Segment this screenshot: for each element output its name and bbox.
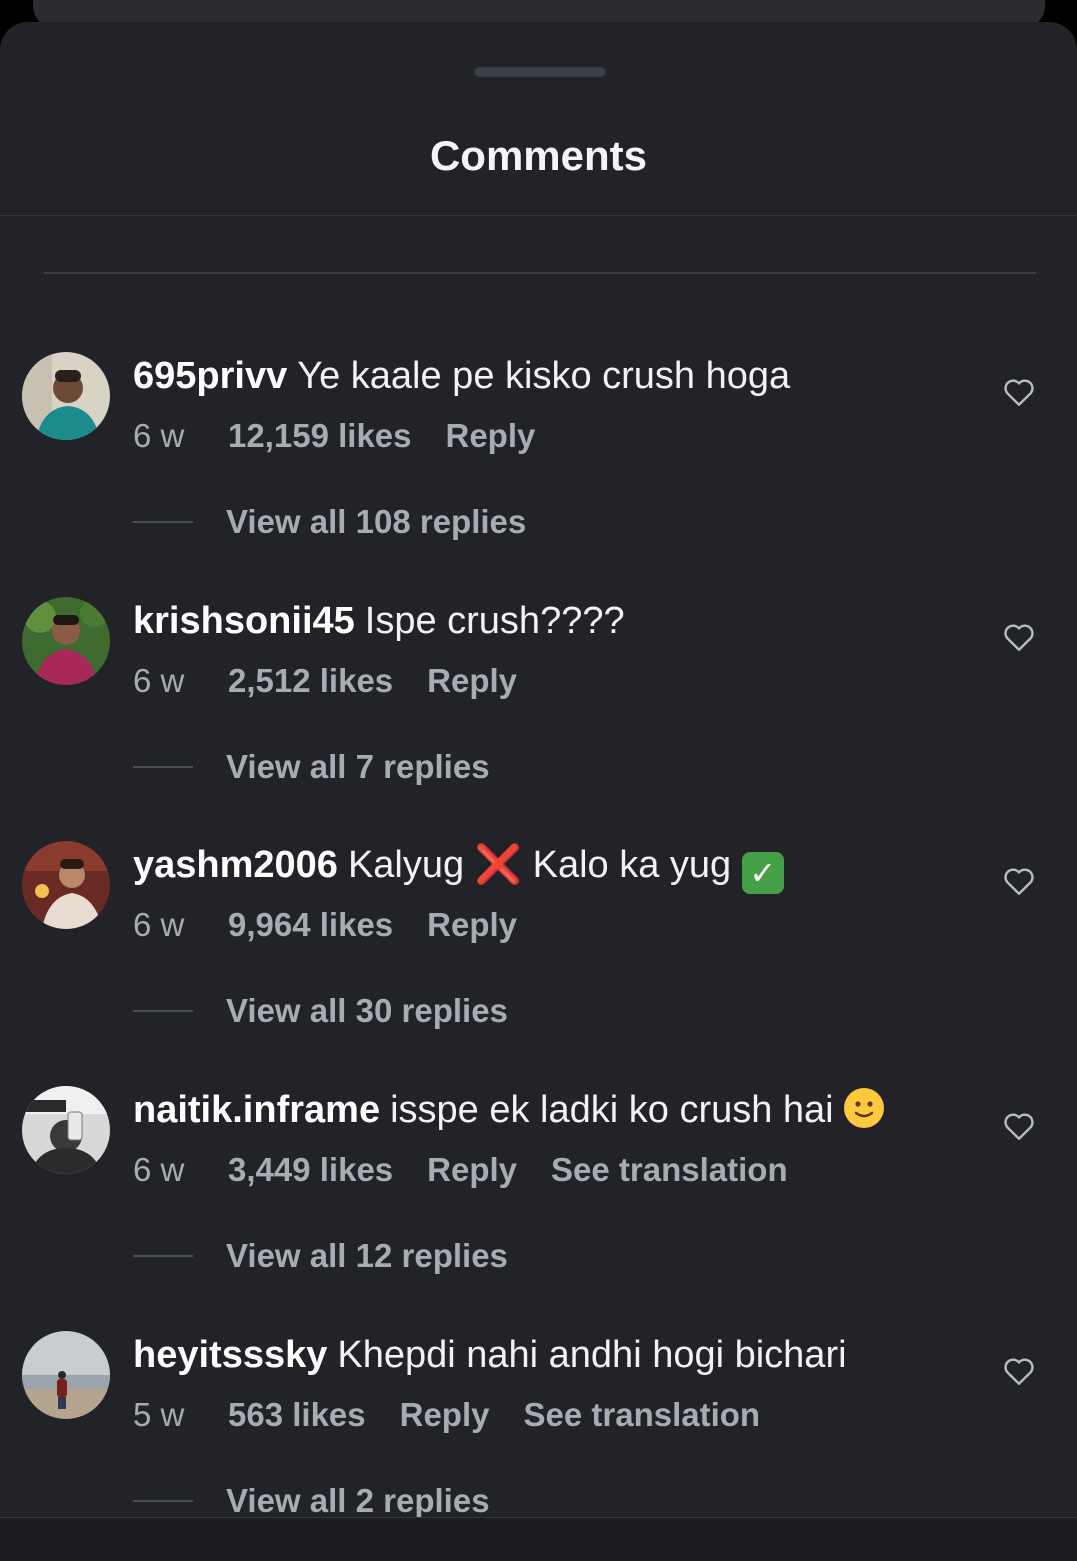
replies-line [133, 766, 193, 768]
comment-meta: 5 w 563 likes Reply See translation [133, 1393, 794, 1437]
reply-button[interactable]: Reply [427, 1151, 517, 1189]
view-replies-button[interactable]: View all 30 replies [133, 989, 508, 1033]
view-replies-label: View all 30 replies [226, 992, 508, 1029]
comment-meta: 6 w 9,964 likes Reply [133, 903, 551, 947]
see-translation-button[interactable]: See translation [524, 1396, 761, 1434]
divider [44, 272, 1036, 274]
comment-text: heyitsssky Khepdi nahi andhi hogi bichari [133, 1331, 973, 1379]
comment-text: naitik.inframe isspe ek ladki ko crush ha… [133, 1086, 973, 1134]
heart-outline-icon[interactable] [1001, 619, 1037, 655]
likes-count[interactable]: 9,964 likes [228, 906, 393, 944]
comment-username[interactable]: heyitsssky [133, 1334, 327, 1376]
replies-line [133, 1255, 193, 1257]
view-replies-button[interactable]: View all 12 replies [133, 1234, 508, 1278]
comment-body: isspe ek ladki ko crush hai [390, 1089, 834, 1131]
comment-body: Ispe crush???? [364, 600, 625, 642]
comment-username[interactable]: naitik.inframe [133, 1089, 380, 1131]
drag-handle[interactable] [474, 67, 606, 77]
comment-item: krishsonii45 Ispe crush???? 6 w 2,512 lik… [0, 597, 1077, 842]
comment-text: yashm2006 Kalyug ❌ Kalo ka yug ✓ [133, 841, 973, 894]
comment-time: 6 w [133, 417, 185, 454]
cross-mark-emoji: ❌ [474, 844, 523, 886]
view-replies-button[interactable]: View all 7 replies [133, 745, 490, 789]
see-translation-button[interactable]: See translation [551, 1151, 788, 1189]
comment-time: 5 w [133, 1396, 185, 1433]
comment-body: Ye kaale pe kisko crush hoga [297, 355, 791, 397]
reply-button[interactable]: Reply [427, 662, 517, 700]
comment-username[interactable]: 695privv [133, 355, 287, 397]
likes-count[interactable]: 563 likes [228, 1396, 366, 1434]
likes-count[interactable]: 12,159 likes [228, 417, 412, 455]
avatar[interactable] [22, 1086, 110, 1174]
slightly-smiling-face-icon [844, 1088, 885, 1128]
comment-item: 695privv Ye kaale pe kisko crush hoga 6 w… [0, 352, 1077, 597]
view-replies-label: View all 108 replies [226, 503, 527, 540]
reply-button[interactable]: Reply [400, 1396, 490, 1434]
avatar[interactable] [22, 352, 110, 440]
likes-count[interactable]: 3,449 likes [228, 1151, 393, 1189]
replies-line [133, 1500, 193, 1502]
reply-button[interactable]: Reply [427, 906, 517, 944]
sheet-title: Comments [429, 132, 648, 179]
view-replies-label: View all 12 replies [226, 1237, 508, 1274]
comment-username[interactable]: krishsonii45 [133, 600, 355, 642]
comments-sheet: Comments 695privv Ye kaale pe kisko crush… [0, 22, 1077, 1517]
heart-outline-icon[interactable] [1001, 1353, 1037, 1389]
comment-meta: 6 w 2,512 likes Reply [133, 659, 551, 703]
comment-body-continued: Kalo ka yug [532, 844, 732, 886]
heart-outline-icon[interactable] [1001, 1108, 1037, 1144]
comment-username[interactable]: yashm2006 [133, 844, 338, 886]
divider [0, 215, 1077, 216]
view-replies-label: View all 7 replies [226, 748, 490, 785]
comment-meta: 6 w 12,159 likes Reply [133, 414, 569, 458]
comment-time: 6 w [133, 1151, 185, 1188]
reply-button[interactable]: Reply [446, 417, 536, 455]
comment-time: 6 w [133, 662, 185, 699]
bottom-bar [0, 1517, 1077, 1561]
avatar[interactable] [22, 597, 110, 685]
view-replies-button[interactable]: View all 108 replies [133, 500, 526, 544]
replies-line [133, 1010, 193, 1012]
avatar[interactable] [22, 1331, 110, 1419]
check-mark-emoji: ✓ [741, 852, 784, 894]
comment-text: krishsonii45 Ispe crush???? [133, 597, 973, 645]
heart-outline-icon[interactable] [1001, 863, 1037, 899]
view-replies-label: View all 2 replies [226, 1482, 490, 1517]
comment-body: Khepdi nahi andhi hogi bichari [337, 1334, 847, 1376]
comment-text: 695privv Ye kaale pe kisko crush hoga [133, 352, 973, 400]
likes-count[interactable]: 2,512 likes [228, 662, 393, 700]
comment-item: naitik.inframe isspe ek ladki ko crush ha… [0, 1086, 1077, 1331]
view-replies-button[interactable]: View all 2 replies [133, 1479, 490, 1517]
replies-line [133, 521, 193, 523]
comment-item: yashm2006 Kalyug ❌ Kalo ka yug ✓ 6 w 9,96… [0, 841, 1077, 1086]
comment-item: heyitsssky Khepdi nahi andhi hogi bichari… [0, 1331, 1077, 1517]
heart-outline-icon[interactable] [1001, 374, 1037, 410]
comment-meta: 6 w 3,449 likes Reply See translation [133, 1148, 822, 1192]
comment-body: Kalyug [347, 844, 465, 886]
comment-time: 6 w [133, 906, 185, 943]
avatar[interactable] [22, 841, 110, 929]
